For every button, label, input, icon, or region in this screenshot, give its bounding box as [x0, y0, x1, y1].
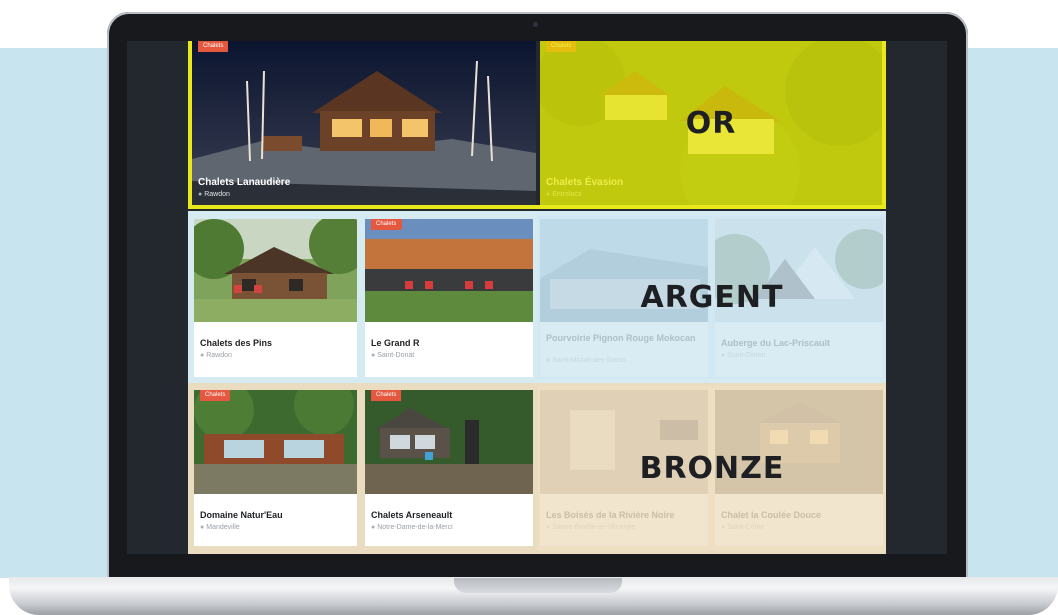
chalet-photo	[540, 219, 708, 322]
listing-location: ● Saint-Côme	[721, 524, 765, 531]
laptop-notch	[454, 578, 622, 593]
listing-card[interactable]: Pourvoirie Pignon Rouge Mokocan ● Saint-M…	[540, 219, 708, 377]
laptop-screen: Chalets Chalets Lanaudière ● Rawdon Chale…	[127, 41, 947, 554]
listing-title: Le Grand R	[371, 338, 420, 348]
chalet-photo	[715, 219, 883, 322]
listing-card[interactable]: Les Boisés de la Rivière Noire ● Sainte-É…	[540, 390, 708, 546]
location-pin-icon: ●	[200, 524, 205, 531]
location-pin-icon: ●	[546, 357, 551, 364]
listing-location: ● Saint-Michel-des-Saints	[546, 357, 627, 364]
listing-card[interactable]: Chalets Chalets Arseneault ● Notre-Dame-d…	[365, 390, 533, 546]
location-pin-icon: ●	[721, 352, 726, 359]
listing-card[interactable]: Chalets Le Grand R ● Saint-Donat	[365, 219, 533, 377]
chalet-photo	[365, 390, 533, 494]
chalet-photo	[540, 390, 708, 494]
listing-title: Les Boisés de la Rivière Noire	[546, 510, 675, 520]
listing-location: ● Notre-Dame-de-la-Merci	[371, 524, 453, 531]
chalet-photo	[194, 219, 357, 322]
category-tag: Chalets	[371, 390, 402, 401]
chalet-photo	[365, 219, 533, 322]
listing-card[interactable]: Chalet la Coulée Douce ● Saint-Côme	[715, 390, 883, 546]
listing-card[interactable]: Chalets Domaine Natur'Eau ● Mandeville	[194, 390, 357, 546]
listing-card[interactable]: Chalets des Pins ● Rawdon	[194, 219, 357, 377]
listing-location: ● Saint-Donat	[371, 352, 415, 359]
location-pin-icon: ●	[546, 524, 551, 531]
listing-location: ● Saint-Zénon	[721, 352, 766, 359]
category-tag: Chalets	[200, 390, 231, 401]
listing-title: Chalet la Coulée Douce	[721, 510, 822, 520]
listing-title: Pourvoirie Pignon Rouge Mokocan	[546, 333, 696, 343]
listing-title: Chalets des Pins	[200, 338, 273, 348]
chalet-photo	[715, 390, 883, 494]
listing-location: ● Sainte-Émélie-de-l'Énergie	[546, 524, 636, 531]
listing-title: Auberge du Lac-Priscault	[721, 338, 831, 348]
location-pin-icon: ●	[200, 352, 205, 359]
listing-location: ● Rawdon	[200, 352, 232, 359]
location-pin-icon: ●	[371, 524, 376, 531]
listing-title: Chalets Arseneault	[371, 510, 453, 520]
listing-title: Domaine Natur'Eau	[200, 510, 283, 520]
listing-card[interactable]: Auberge du Lac-Priscault ● Saint-Zénon	[715, 219, 883, 377]
chalet-photo	[194, 390, 357, 494]
gold-tier-frame	[188, 41, 886, 209]
location-pin-icon: ●	[371, 352, 376, 359]
listing-location: ● Mandeville	[200, 524, 240, 531]
camera-icon	[533, 22, 538, 27]
location-pin-icon: ●	[721, 524, 726, 531]
category-tag: Chalets	[371, 219, 402, 230]
